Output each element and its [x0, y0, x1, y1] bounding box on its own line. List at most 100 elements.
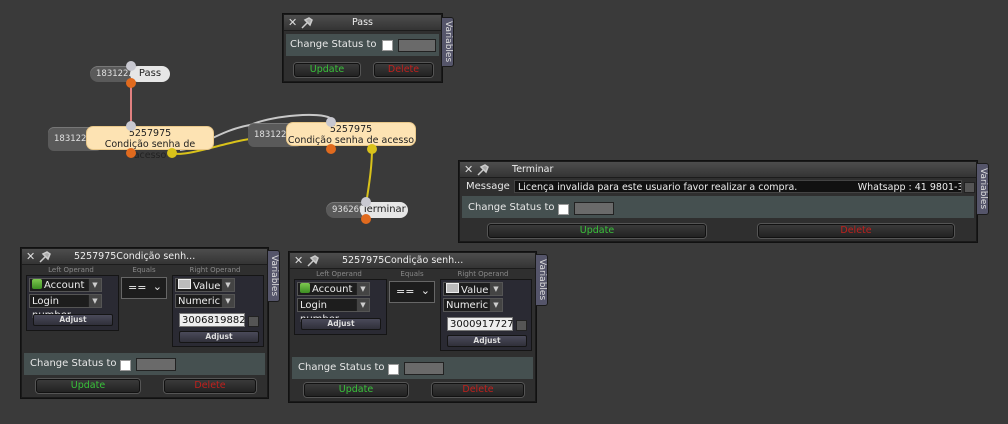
cond1-status-input[interactable]	[136, 358, 176, 371]
terminar-change-status-label: Change Status to	[468, 202, 555, 213]
terminar-status-input[interactable]	[574, 202, 614, 215]
terminar-panel-titlebar[interactable]: ✕ Terminar	[460, 162, 976, 178]
cond2-equals-label: Equals	[400, 270, 424, 278]
close-icon[interactable]: ✕	[26, 249, 36, 264]
pass-status-input[interactable]	[398, 39, 436, 52]
cond1-change-status-label: Change Status to	[30, 358, 117, 369]
value-icon	[446, 283, 459, 293]
pass-panel: ✕ Pass Change Status to Update Delete	[283, 14, 442, 82]
chevron-down-icon: ▼	[489, 283, 502, 295]
value-icon	[178, 279, 191, 289]
cond1-right-type-value: Value	[193, 281, 221, 292]
node-cond2-in-port[interactable]	[326, 117, 336, 127]
cond1-right-value-input[interactable]: 3006819882	[179, 313, 246, 327]
cond1-right-adjust-button[interactable]: Adjust	[179, 331, 259, 343]
node-cond2[interactable]: 5257975 Condição senha de acesso	[286, 122, 416, 146]
cond1-right-type-select[interactable]: Value ▼	[175, 278, 235, 292]
node-cond1-true-port[interactable]	[167, 148, 177, 158]
cond1-left-field-select[interactable]: Login number ▼	[29, 294, 102, 321]
cond2-left-field-select[interactable]: Login number ▼	[297, 298, 370, 325]
cond2-right-operand-group: Value ▼ Numeric ▼ 3000917727 Adjust	[440, 279, 532, 351]
cond2-right-type-value: Value	[461, 285, 489, 296]
cond2-left-type-value: Account	[312, 284, 353, 295]
cond1-operator-select[interactable]: == ⌄	[121, 277, 167, 299]
pin-icon[interactable]	[476, 163, 490, 176]
cond2-right-value-input[interactable]: 3000917727	[447, 317, 514, 331]
cond1-update-button[interactable]: Update	[36, 379, 140, 393]
terminar-message-toggle[interactable]	[964, 182, 975, 193]
cond1-right-format-select[interactable]: Numeric ▼	[175, 294, 235, 308]
cond2-right-operand-label: Right Operand	[457, 270, 509, 278]
cond1-right-format-value: Numeric	[178, 296, 221, 307]
terminar-update-button[interactable]: Update	[488, 224, 706, 238]
chevron-down-icon: ⌄	[152, 280, 162, 293]
cond1-delete-button[interactable]: Delete	[164, 379, 256, 393]
cond1-left-type-select[interactable]: Account ▼	[29, 278, 102, 292]
terminar-status-row: Change Status to	[462, 196, 974, 218]
node-cond1-false-port[interactable]	[126, 148, 136, 158]
pass-variables-tab[interactable]: Variables	[441, 17, 454, 67]
cond2-status-input[interactable]	[404, 362, 444, 375]
cond2-operator-select[interactable]: == ⌄	[389, 281, 435, 303]
pass-panel-title: Pass	[351, 17, 374, 28]
terminar-variables-tab[interactable]: Variables	[976, 163, 989, 215]
cond1-left-operand-label: Left Operand	[48, 266, 94, 274]
chevron-down-icon: ▼	[221, 279, 234, 291]
pass-change-status-checkbox[interactable]	[382, 40, 393, 51]
pass-delete-button[interactable]: Delete	[374, 63, 433, 77]
node-pass[interactable]: Pass	[130, 66, 170, 82]
pass-update-button[interactable]: Update	[294, 63, 360, 77]
close-icon[interactable]: ✕	[294, 253, 304, 268]
terminar-panel: ✕ Terminar Message Licença invalida para…	[459, 161, 977, 242]
cond2-panel-titlebar[interactable]: ✕ 5257975Condição senh...	[290, 253, 535, 269]
cond2-status-row: Change Status to	[292, 357, 533, 379]
cond2-left-operand-label: Left Operand	[316, 270, 362, 278]
cond1-left-adjust-button[interactable]: Adjust	[33, 314, 113, 326]
cond2-left-adjust-button[interactable]: Adjust	[301, 318, 381, 330]
cond2-update-button[interactable]: Update	[304, 383, 408, 397]
cond2-panel: ✕ 5257975Condição senh... Left Operand E…	[289, 252, 536, 402]
cond1-status-row: Change Status to	[24, 353, 265, 375]
node-pass-in-port[interactable]	[126, 61, 136, 71]
cond1-change-status-checkbox[interactable]	[120, 360, 131, 371]
node-terminar-out-port[interactable]	[361, 214, 371, 224]
pin-icon[interactable]	[38, 250, 52, 263]
pass-status-row: Change Status to	[286, 34, 439, 56]
node-cond1-in-port[interactable]	[126, 121, 136, 131]
account-icon	[300, 283, 310, 293]
node-cond1-label: Condição senha de acesso	[104, 139, 196, 161]
cond2-change-status-checkbox[interactable]	[388, 364, 399, 375]
terminar-change-status-checkbox[interactable]	[558, 204, 569, 215]
account-icon	[32, 279, 42, 289]
chevron-down-icon: ▼	[356, 283, 369, 295]
cond1-panel: ✕ 5257975Condição senh... Left Operand E…	[21, 248, 268, 398]
chevron-down-icon: ▼	[88, 295, 101, 307]
node-cond1[interactable]: 5257975 Condição senha de acesso	[86, 126, 214, 161]
terminar-message-input[interactable]: Licença invalida para este usuario favor…	[514, 180, 962, 193]
chevron-down-icon: ⌄	[420, 284, 430, 297]
node-pass-out-port[interactable]	[126, 78, 136, 88]
cond2-variables-tab[interactable]: Variables	[535, 254, 548, 306]
pass-panel-titlebar[interactable]: ✕ Pass	[284, 15, 441, 31]
cond2-change-status-label: Change Status to	[298, 362, 385, 373]
cond2-right-type-select[interactable]: Value ▼	[443, 282, 503, 296]
chevron-down-icon: ▼	[356, 299, 369, 311]
cond1-panel-titlebar[interactable]: ✕ 5257975Condição senh...	[22, 249, 267, 265]
node-cond2-true-port[interactable]	[367, 144, 377, 154]
pin-icon[interactable]	[306, 254, 320, 267]
cond2-right-adjust-button[interactable]: Adjust	[447, 335, 527, 347]
cond1-right-operand-group: Value ▼ Numeric ▼ 3006819882 Adjust	[172, 275, 264, 347]
cond2-right-format-select[interactable]: Numeric ▼	[443, 298, 503, 312]
node-terminar-in-port[interactable]	[361, 197, 371, 207]
cond2-delete-button[interactable]: Delete	[432, 383, 524, 397]
terminar-delete-button[interactable]: Delete	[758, 224, 954, 238]
close-icon[interactable]: ✕	[464, 162, 474, 177]
cond1-variables-tab[interactable]: Variables	[267, 250, 280, 302]
cond2-right-value-toggle[interactable]	[516, 320, 527, 331]
cond1-operator-value: ==	[128, 281, 147, 294]
node-cond1-code: 5257975	[128, 128, 172, 139]
terminar-panel-title: Terminar	[512, 164, 554, 175]
node-cond2-false-port[interactable]	[326, 144, 336, 154]
cond1-right-value-toggle[interactable]	[248, 316, 259, 327]
cond2-left-type-select[interactable]: Account ▼	[297, 282, 370, 296]
